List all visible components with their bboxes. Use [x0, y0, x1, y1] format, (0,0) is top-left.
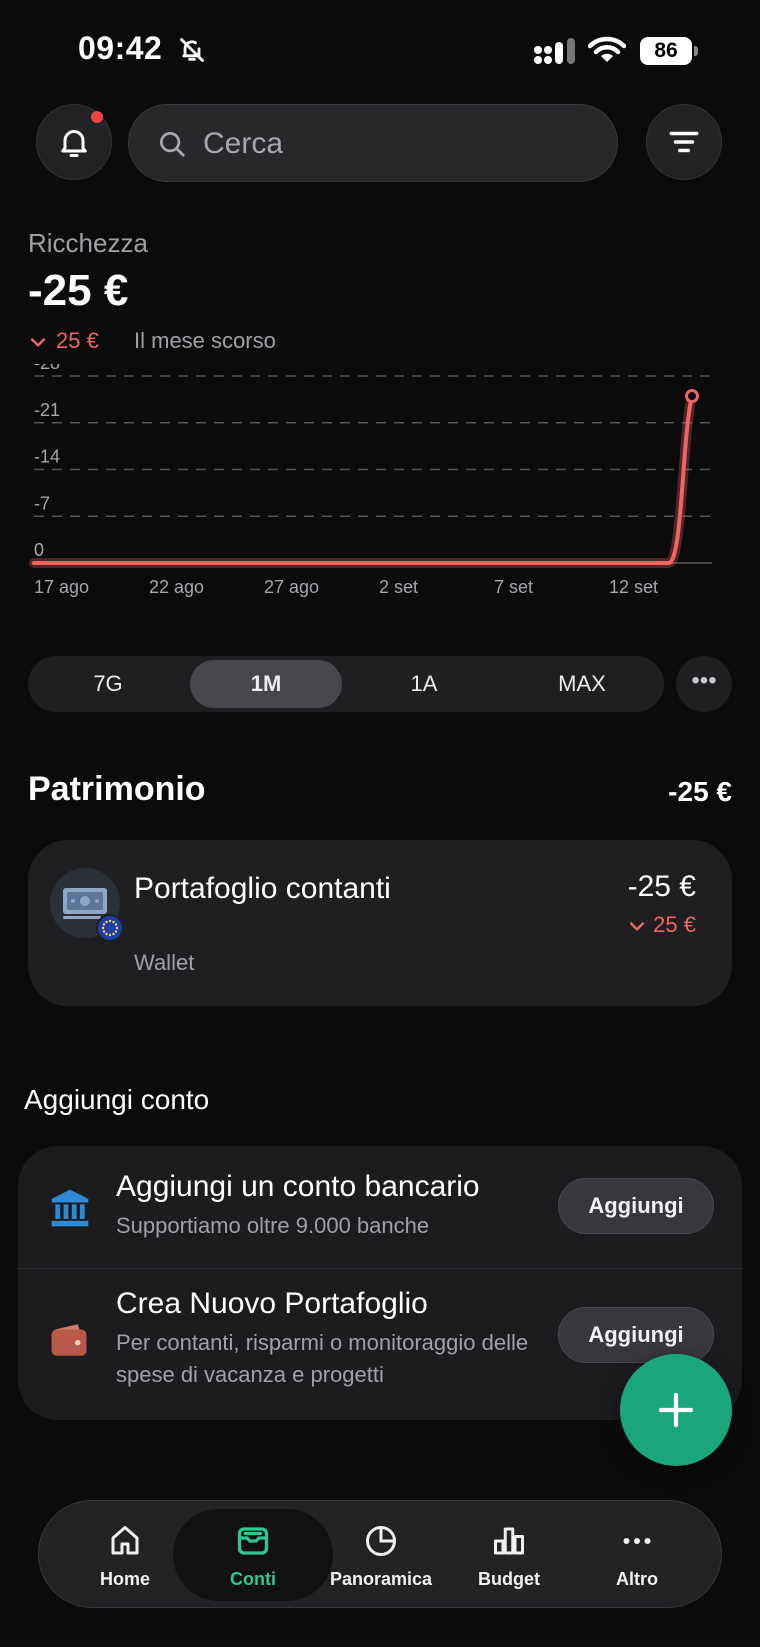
tab-altro-label: Altro — [616, 1569, 658, 1589]
tab-altro[interactable]: Altro — [577, 1501, 697, 1609]
search-placeholder: Cerca — [203, 127, 284, 160]
tab-panoramica-label: Panoramica — [329, 1569, 433, 1589]
range-option-1m[interactable]: 1M — [190, 660, 342, 708]
eu-flag-icon — [96, 914, 124, 942]
add-wallet-title: Crea Nuovo Portafoglio — [116, 1287, 428, 1320]
more-icon — [623, 1538, 651, 1544]
tab-panoramica[interactable]: Panoramica — [321, 1501, 441, 1609]
range-option-1a[interactable]: 1A — [348, 660, 500, 708]
y-tick-label: -21 — [34, 400, 60, 420]
cellular-signal-icon — [534, 38, 575, 64]
range-selector: 7G 1M 1A MAX — [28, 656, 664, 712]
notification-badge — [91, 111, 103, 123]
bank-icon — [51, 1189, 89, 1227]
tab-conti-label: Conti — [230, 1569, 276, 1589]
account-card[interactable]: Portafoglio contanti Wallet -25 € 25 € — [28, 840, 732, 1006]
x-tick-label: 27 ago — [264, 577, 319, 597]
y-tick-label: 0 — [34, 540, 44, 560]
account-change-amount: 25 € — [653, 912, 696, 937]
search-icon — [160, 132, 185, 157]
status-time: 09:42 — [78, 30, 163, 66]
range-option-max[interactable]: MAX — [506, 660, 658, 708]
plus-icon — [658, 1392, 694, 1428]
status-bar: 09:42 86 — [0, 0, 760, 100]
wealth-value: -25 € — [28, 266, 129, 315]
account-type: Wallet — [134, 950, 195, 975]
x-tick-label: 12 set — [609, 577, 658, 597]
home-icon — [111, 1526, 139, 1555]
patrimonio-title: Patrimonio — [28, 770, 206, 808]
add-account-title: Aggiungi conto — [24, 1084, 210, 1115]
battery-level: 86 — [640, 37, 692, 65]
search-input[interactable]: Cerca — [128, 104, 618, 182]
range-more-button[interactable]: ••• — [676, 656, 732, 712]
add-bank-button[interactable]: Aggiungi — [558, 1178, 714, 1234]
wallet-icon — [51, 1324, 87, 1356]
tab-home[interactable]: Home — [65, 1501, 185, 1609]
top-bar: Cerca — [0, 104, 760, 182]
x-tick-label: 2 set — [379, 577, 418, 597]
wifi-icon — [588, 36, 626, 62]
y-tick-label: -28 — [34, 364, 60, 373]
x-tick-label: 17 ago — [34, 577, 89, 597]
add-wallet-button[interactable]: Aggiungi — [558, 1307, 714, 1363]
chevron-down-icon — [630, 922, 645, 931]
bottom-tab-bar: Home Conti Panoramica Budget Altro — [38, 1500, 722, 1608]
add-wallet-subtitle: Per contanti, risparmi o monitoraggio de… — [116, 1330, 529, 1387]
chevron-down-icon — [30, 338, 46, 347]
notifications-button[interactable] — [36, 104, 112, 180]
add-bank-subtitle: Supportiamo oltre 9.000 banche — [116, 1213, 430, 1238]
wealth-label: Ricchezza — [28, 228, 148, 258]
filter-icon — [669, 131, 699, 153]
account-name: Portafoglio contanti — [134, 872, 391, 905]
tab-conti[interactable]: Conti — [193, 1501, 313, 1609]
wealth-change-amount: 25 € — [56, 328, 99, 353]
x-tick-label: 22 ago — [149, 577, 204, 597]
wealth-change-period: Il mese scorso — [134, 328, 276, 353]
y-tick-label: -7 — [34, 493, 50, 513]
add-fab-button[interactable] — [620, 1354, 732, 1466]
tab-budget[interactable]: Budget — [449, 1501, 569, 1609]
bell-icon — [61, 130, 87, 157]
account-balance: -25 € — [627, 870, 696, 903]
tab-budget-label: Budget — [478, 1569, 540, 1589]
battery-indicator: 86 — [640, 37, 698, 65]
add-bank-title: Aggiungi un conto bancario — [116, 1170, 480, 1203]
add-bank-row[interactable]: Aggiungi un conto bancario Supportiamo o… — [18, 1146, 742, 1268]
filter-button[interactable] — [646, 104, 722, 180]
series-line-glow — [29, 391, 697, 568]
y-tick-label: -14 — [34, 447, 60, 467]
bell-off-icon — [180, 38, 204, 62]
account-change: 25 € — [627, 912, 696, 938]
patrimonio-total: -25 € — [668, 776, 732, 807]
bar-chart-icon — [494, 1527, 524, 1555]
wealth-chart: -28 -21 -14 -7 0 17 ago 22 ago 27 ago 2 set 7 set… — [29, 364, 712, 597]
range-option-7g[interactable]: 7G — [32, 660, 184, 708]
series-line — [32, 394, 694, 565]
pie-chart-icon — [366, 1526, 396, 1556]
last-data-point — [685, 389, 699, 404]
tab-home-label: Home — [99, 1569, 150, 1589]
x-tick-label: 7 set — [494, 577, 533, 597]
accounts-icon — [237, 1527, 269, 1555]
